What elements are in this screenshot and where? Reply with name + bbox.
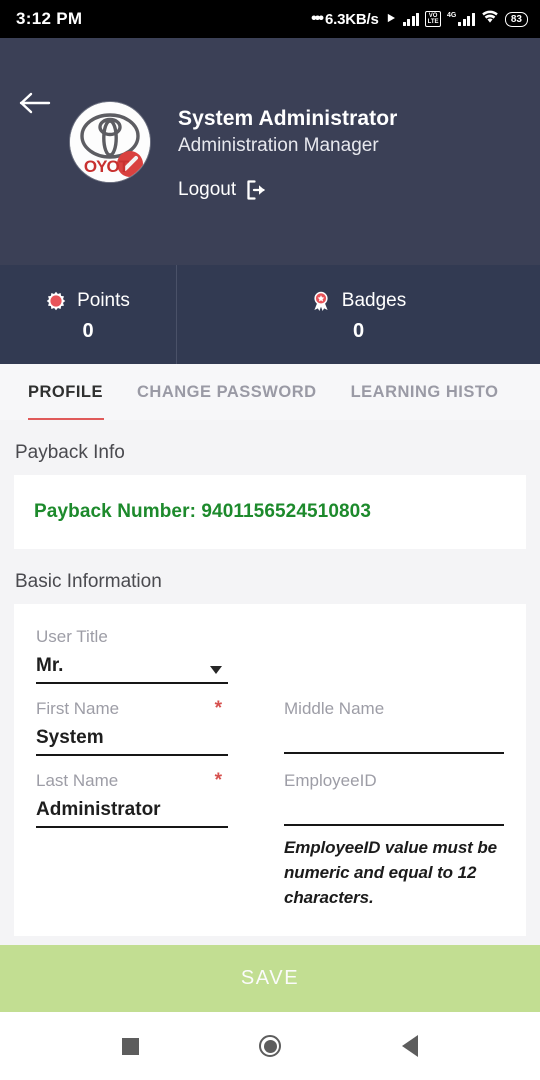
bluetooth-icon: ⯈	[384, 10, 397, 28]
4g-signal-icon: 4G	[447, 12, 475, 26]
middle-name-label-text: Middle Name	[284, 699, 385, 718]
field-row-last-employee: Last Name * Administrator EmployeeID Emp…	[36, 770, 504, 924]
employee-id-hint: EmployeeID value must be numeric and equ…	[284, 838, 498, 907]
network-type-label: 4G	[447, 12, 457, 19]
stat-badges-value: 0	[352, 320, 365, 342]
home-button[interactable]	[240, 1026, 300, 1066]
payback-card: Payback Number: 9401156524510803	[14, 475, 526, 549]
basic-info-card: User Title Mr. First Name * System Middl…	[14, 604, 526, 936]
tab-profile[interactable]: PROFILE	[28, 364, 120, 420]
employee-id-input[interactable]	[284, 792, 504, 826]
status-bar-icons: ••• 6.3KB/s ⯈ VO LTE 4G 83	[311, 10, 528, 28]
stats-bar: Points 0 Badges 0	[0, 265, 540, 364]
stat-points-label: Points	[77, 290, 130, 311]
stat-badges-label: Badges	[341, 290, 407, 311]
network-speed-indicator: ••• 6.3KB/s	[311, 10, 379, 28]
user-title-label-text: User Title	[36, 627, 108, 646]
tab-bar: PROFILE CHANGE PASSWORD LEARNING HISTO	[0, 364, 540, 420]
basic-info-section-title: Basic Information	[15, 571, 162, 592]
tab-learning-history[interactable]: LEARNING HISTO	[334, 364, 516, 420]
first-name-label-text: First Name	[36, 699, 120, 718]
avatar[interactable]: OYOT	[70, 102, 150, 182]
tab-change-password[interactable]: CHANGE PASSWORD	[120, 364, 334, 420]
chevron-down-icon	[210, 666, 222, 674]
svg-text:OYOT: OYOT	[84, 157, 130, 176]
user-title-select[interactable]: Mr.	[36, 648, 228, 684]
status-bar-clock: 3:12 PM	[16, 9, 83, 28]
profile-row: OYOT System Administrator Administration…	[0, 38, 540, 201]
employee-id-label: EmployeeID	[284, 770, 504, 792]
points-starburst-icon	[46, 291, 66, 311]
first-name-input[interactable]: System	[36, 720, 228, 756]
employee-id-label-text: EmployeeID	[284, 771, 377, 790]
required-marker: *	[214, 698, 222, 719]
triangle-back-icon	[402, 1035, 418, 1057]
save-button-label: SAVE	[240, 967, 300, 989]
user-title-label: User Title	[36, 626, 228, 648]
logout-button[interactable]: Logout	[178, 179, 267, 201]
field-user-title: User Title Mr.	[36, 626, 504, 698]
stat-badges-header: Badges	[311, 290, 406, 312]
stat-points[interactable]: Points 0	[0, 265, 177, 364]
app-root: 3:12 PM ••• 6.3KB/s ⯈ VO LTE 4G 83 OYOT …	[0, 0, 540, 1080]
required-marker: *	[214, 770, 222, 791]
middle-name-input[interactable]	[284, 720, 504, 754]
field-row-names: First Name * System Middle Name	[36, 698, 504, 770]
back-button[interactable]	[14, 86, 56, 120]
toyota-logo-avatar: OYOT	[70, 102, 150, 182]
badge-ribbon-icon	[314, 291, 328, 311]
profile-content: Payback Info Payback Number: 94011565245…	[0, 420, 540, 1012]
back-nav-button[interactable]	[380, 1026, 440, 1066]
user-name: System Administrator	[178, 107, 398, 130]
middle-name-label: Middle Name	[284, 698, 504, 720]
cellular-signal-icon	[402, 12, 420, 26]
payback-section-title: Payback Info	[15, 442, 125, 463]
logout-label: Logout	[178, 179, 237, 200]
field-last-name: Last Name * Administrator	[36, 770, 270, 910]
stat-points-value: 0	[82, 320, 94, 342]
volte-bottom: LTE	[427, 19, 439, 25]
save-button[interactable]: SAVE	[0, 945, 540, 1012]
android-nav-bar	[0, 1012, 540, 1080]
stat-points-header: Points	[46, 290, 130, 312]
first-name-value: System	[36, 727, 104, 748]
logout-icon	[247, 180, 265, 200]
ellipsis-icon: •••	[311, 10, 324, 27]
square-recents-icon	[121, 1037, 139, 1055]
last-name-input[interactable]: Administrator	[36, 792, 228, 828]
user-meta: System Administrator Administration Mana…	[178, 102, 397, 201]
payback-number: Payback Number: 9401156524510803	[34, 501, 372, 522]
volte-icon: VO LTE	[425, 11, 442, 27]
last-name-label: Last Name *	[36, 770, 228, 792]
field-middle-name: Middle Name	[270, 698, 504, 756]
battery-indicator: 83	[504, 11, 528, 27]
last-name-value: Administrator	[36, 799, 161, 820]
last-name-label-text: Last Name	[36, 771, 119, 790]
user-role: Administration Manager	[178, 135, 379, 156]
status-bar: 3:12 PM ••• 6.3KB/s ⯈ VO LTE 4G 83	[0, 0, 540, 38]
stat-badges[interactable]: Badges 0	[177, 265, 540, 364]
recents-button[interactable]	[100, 1026, 160, 1066]
back-arrow-icon	[19, 92, 51, 114]
user-title-value: Mr.	[36, 655, 64, 676]
first-name-label: First Name *	[36, 698, 228, 720]
field-first-name: First Name * System	[36, 698, 270, 756]
network-speed-value: 6.3KB/s	[324, 10, 379, 28]
profile-header: OYOT System Administrator Administration…	[0, 38, 540, 265]
circle-home-icon	[259, 1035, 281, 1057]
wifi-icon	[481, 10, 499, 28]
field-employee-id: EmployeeID EmployeeID value must be nume…	[270, 770, 504, 910]
